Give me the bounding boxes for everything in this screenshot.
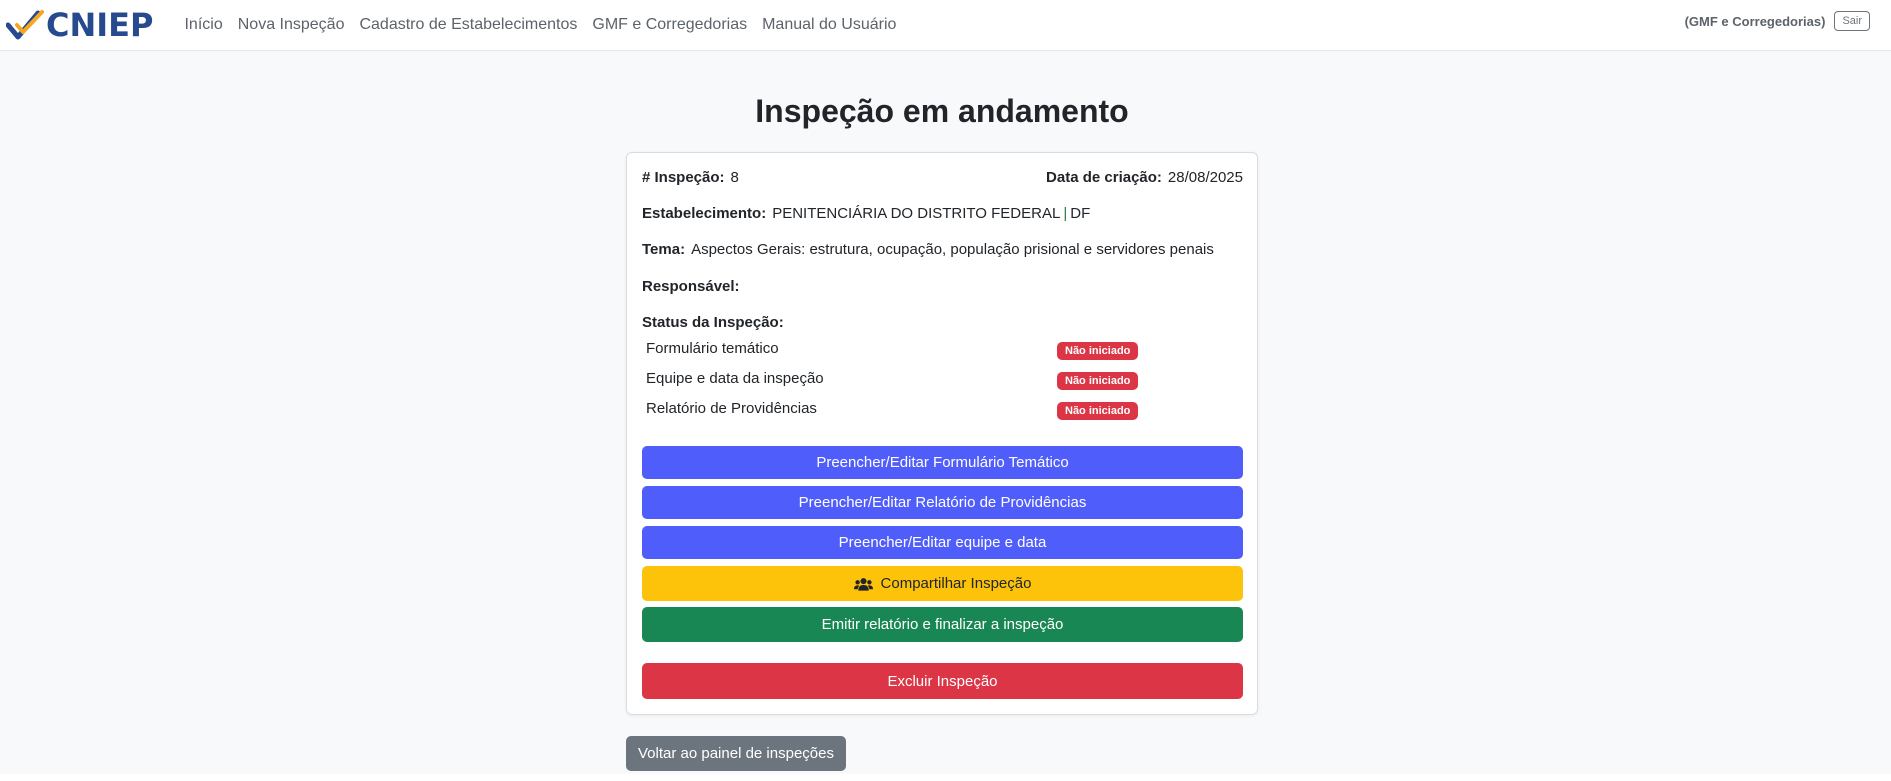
nav-link-manual-usuario[interactable]: Manual do Usuário — [762, 16, 896, 34]
fill-report-button[interactable]: Preencher/Editar Relatório de Providênci… — [642, 486, 1243, 519]
creation-date-row: Data de criação: 28/08/2025 — [1046, 169, 1243, 186]
check-logo-icon — [6, 10, 44, 40]
user-role-label: (GMF e Corregedorias) — [1684, 13, 1826, 29]
inspection-card: # Inspeção: 8 Data de criação: 28/08/2025 … — [626, 152, 1258, 715]
finalize-inspection-button[interactable]: Emitir relatório e finalizar a inspeção — [642, 607, 1243, 642]
inspection-id-row: # Inspeção: 8 — [642, 169, 739, 186]
nav-link-inicio[interactable]: Início — [184, 16, 222, 34]
nav-link-gmf-corregedorias[interactable]: GMF e Corregedorias — [592, 16, 747, 34]
logout-button[interactable]: Sair — [1834, 11, 1870, 31]
nav-links: Início Nova Inspeção Cadastro de Estabel… — [184, 16, 911, 34]
status-badge-relatorio: Não iniciado — [1057, 402, 1139, 420]
status-badge-formulario: Não iniciado — [1057, 342, 1139, 360]
establishment-label: Estabelecimento: — [642, 205, 767, 222]
share-inspection-button[interactable]: Compartilhar Inspeção — [642, 566, 1243, 601]
status-item-formulario: Formulário temático — [646, 340, 779, 357]
establishment-separator: | — [1063, 205, 1068, 222]
status-item-equipe: Equipe e data da inspeção — [646, 370, 824, 387]
theme-row: Tema: Aspectos Gerais: estrutura, ocupaçã… — [642, 241, 1214, 258]
establishment-row: Estabelecimento: PENITENCIÁRIA DO DISTRIT… — [642, 205, 1090, 222]
fill-team-date-button[interactable]: Preencher/Editar equipe e data — [642, 526, 1243, 559]
users-icon — [853, 577, 873, 591]
page-title: Inspeção em andamento — [755, 93, 1129, 129]
nav-link-nova-inspecao[interactable]: Nova Inspeção — [238, 16, 345, 34]
brand-logo[interactable]: CNIEP — [6, 0, 153, 51]
nav-link-cadastro-estabelecimentos[interactable]: Cadastro de Estabelecimentos — [359, 16, 577, 34]
status-heading-row: Status da Inspeção: — [642, 314, 784, 331]
status-badge-equipe: Não iniciado — [1057, 372, 1139, 390]
fill-form-button[interactable]: Preencher/Editar Formulário Temático — [642, 446, 1243, 479]
establishment-uf: DF — [1070, 205, 1091, 222]
brand-name: CNIEP — [46, 6, 154, 44]
back-to-dashboard-button[interactable]: Voltar ao painel de inspeções — [626, 736, 846, 771]
theme-value: Aspectos Gerais: estrutura, ocupação, po… — [691, 241, 1214, 258]
status-item-relatorio: Relatório de Providências — [646, 400, 817, 417]
delete-inspection-button[interactable]: Excluir Inspeção — [642, 663, 1243, 699]
inspection-id-label: # Inspeção: — [642, 169, 725, 186]
responsible-label: Responsável: — [642, 278, 740, 295]
user-area: (GMF e Corregedorias) Sair — [1685, 11, 1870, 31]
theme-label: Tema: — [642, 241, 686, 258]
top-navbar: CNIEP Início Nova Inspeção Cadastro de E… — [0, 0, 1891, 51]
responsible-row: Responsável: — [642, 278, 740, 295]
main-content: Inspeção em andamento # Inspeção: 8 Data … — [0, 51, 1891, 774]
share-inspection-label: Compartilhar Inspeção — [880, 575, 1032, 592]
inspection-id-value: 8 — [730, 169, 739, 186]
status-heading: Status da Inspeção: — [642, 314, 784, 331]
establishment-name: PENITENCIÁRIA DO DISTRITO FEDERAL — [772, 205, 1061, 222]
creation-date-label: Data de criação: — [1046, 169, 1162, 186]
creation-date-value: 28/08/2025 — [1167, 169, 1243, 186]
